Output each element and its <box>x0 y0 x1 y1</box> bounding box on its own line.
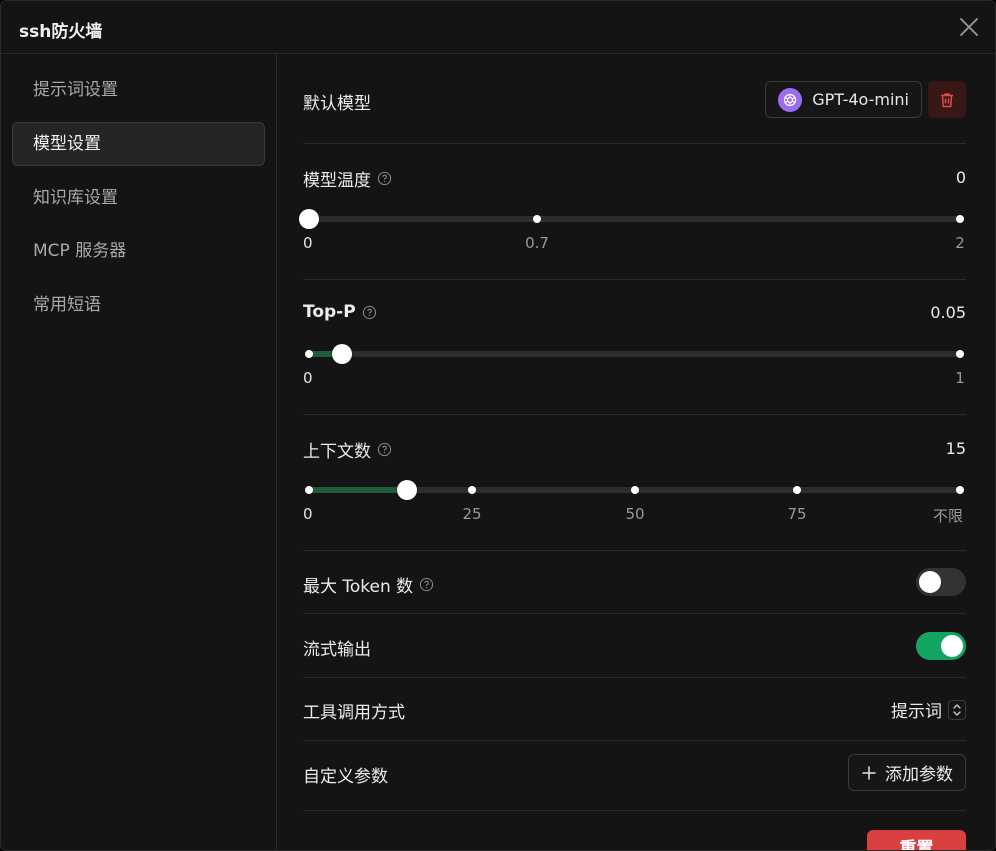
divider <box>303 550 966 551</box>
tick-label: 1 <box>955 369 965 387</box>
model-select-button[interactable]: GPT-4o-mini <box>765 81 922 118</box>
top-p-value: 0.05 <box>930 303 966 322</box>
tool-call-mode-value: 提示词 <box>891 702 942 722</box>
context-count-label: 上下文数 <box>303 437 392 462</box>
add-param-label: 添加参数 <box>885 765 953 785</box>
plus-icon <box>862 765 876 780</box>
slider-dot <box>532 215 541 223</box>
settings-dialog: ssh防火墙 提示词设置 模型设置 知识库设置 MCP 服务器 常用短语 默认模… <box>0 0 996 851</box>
trash-icon <box>941 92 953 107</box>
model-name: GPT-4o-mini <box>812 90 909 109</box>
slider-dot <box>956 350 964 358</box>
max-tokens-label: 最大 Token 数 <box>303 572 434 597</box>
divider <box>303 677 966 678</box>
tool-call-mode-label-text: 工具调用方式 <box>303 703 405 723</box>
divider <box>303 740 966 741</box>
slider-thumb[interactable] <box>396 480 417 500</box>
add-param-button[interactable]: 添加参数 <box>848 754 966 791</box>
slider-dot <box>956 215 964 223</box>
tick-label: 0 <box>303 505 313 523</box>
reset-button[interactable]: 重置 <box>867 830 966 850</box>
temperature-slider[interactable] <box>299 209 964 229</box>
divider <box>303 810 966 811</box>
stream-output-toggle[interactable] <box>916 632 966 660</box>
tick-label: 75 <box>787 505 807 523</box>
toggle-knob <box>919 571 941 593</box>
default-model-label: 默认模型 <box>303 89 371 114</box>
slider-dot <box>630 486 639 494</box>
slider-dot <box>467 486 476 494</box>
slider-thumb[interactable] <box>299 209 319 229</box>
tick-label: 50 <box>625 505 645 523</box>
temperature-label: 模型温度 <box>303 166 392 191</box>
settings-sidebar: 提示词设置 模型设置 知识库设置 MCP 服务器 常用短语 <box>1 54 277 850</box>
help-icon[interactable] <box>419 577 434 592</box>
toggle-knob <box>941 635 963 657</box>
tick-label: 不限 <box>932 507 964 525</box>
close-button[interactable] <box>957 15 981 39</box>
top-p-label-text: Top-P <box>303 302 356 322</box>
openai-icon <box>778 87 803 112</box>
divider <box>303 613 966 614</box>
model-settings-panel: 默认模型 GPT-4o-mini 模型温度 0 0 0.7 2 Top-P 0.… <box>299 54 966 850</box>
divider <box>303 143 966 144</box>
sidebar-item-prompt-settings[interactable]: 提示词设置 <box>12 68 265 112</box>
tool-call-mode-select[interactable]: 提示词 <box>891 697 966 722</box>
tool-call-mode-label: 工具调用方式 <box>303 698 405 723</box>
temperature-value: 0 <box>955 168 966 187</box>
context-count-label-text: 上下文数 <box>303 442 371 462</box>
title-bar: ssh防火墙 <box>1 1 995 54</box>
sidebar-item-model-settings[interactable]: 模型设置 <box>12 122 265 166</box>
custom-params-label: 自定义参数 <box>303 762 388 787</box>
chevron-up-down-icon <box>948 699 966 720</box>
slider-dot <box>956 486 964 494</box>
top-p-slider[interactable] <box>305 344 964 364</box>
tick-label: 2 <box>955 234 965 252</box>
help-icon[interactable] <box>377 442 392 457</box>
stream-output-label: 流式输出 <box>303 635 371 660</box>
divider <box>303 279 966 280</box>
help-icon[interactable] <box>377 171 392 186</box>
tick-label: 0.7 <box>525 234 549 252</box>
context-count-value: 15 <box>945 439 966 458</box>
sidebar-item-mcp-servers[interactable]: MCP 服务器 <box>12 229 265 273</box>
sidebar-item-common-phrases[interactable]: 常用短语 <box>12 283 265 327</box>
tick-label: 0 <box>303 234 313 252</box>
divider <box>303 414 966 415</box>
tick-label: 25 <box>462 505 482 523</box>
custom-params-label-text: 自定义参数 <box>303 767 388 787</box>
max-tokens-toggle[interactable] <box>916 568 966 596</box>
slider-fill <box>309 487 407 493</box>
temperature-label-text: 模型温度 <box>303 171 371 191</box>
max-tokens-label-text: 最大 Token 数 <box>303 577 414 597</box>
tick-label: 0 <box>303 369 313 387</box>
delete-model-button[interactable] <box>928 81 966 118</box>
slider-dot <box>305 350 313 358</box>
top-p-label: Top-P <box>303 302 377 322</box>
slider-dot <box>305 486 313 494</box>
stream-output-label-text: 流式输出 <box>303 640 371 660</box>
dialog-title: ssh防火墙 <box>19 22 103 42</box>
default-model-label-text: 默认模型 <box>303 94 371 114</box>
sidebar-item-knowledge-base-settings[interactable]: 知识库设置 <box>12 176 265 220</box>
slider-dot <box>793 486 802 494</box>
context-count-slider[interactable] <box>305 480 964 500</box>
help-icon[interactable] <box>362 305 377 320</box>
close-icon <box>960 18 978 36</box>
slider-thumb[interactable] <box>331 344 352 364</box>
